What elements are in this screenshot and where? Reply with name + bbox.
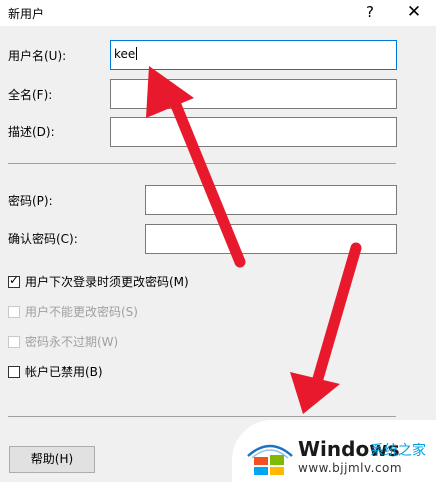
arrow-down-to-watermark [290, 242, 362, 414]
arrow-up-to-username [146, 66, 246, 268]
annotation-arrows [146, 66, 362, 414]
